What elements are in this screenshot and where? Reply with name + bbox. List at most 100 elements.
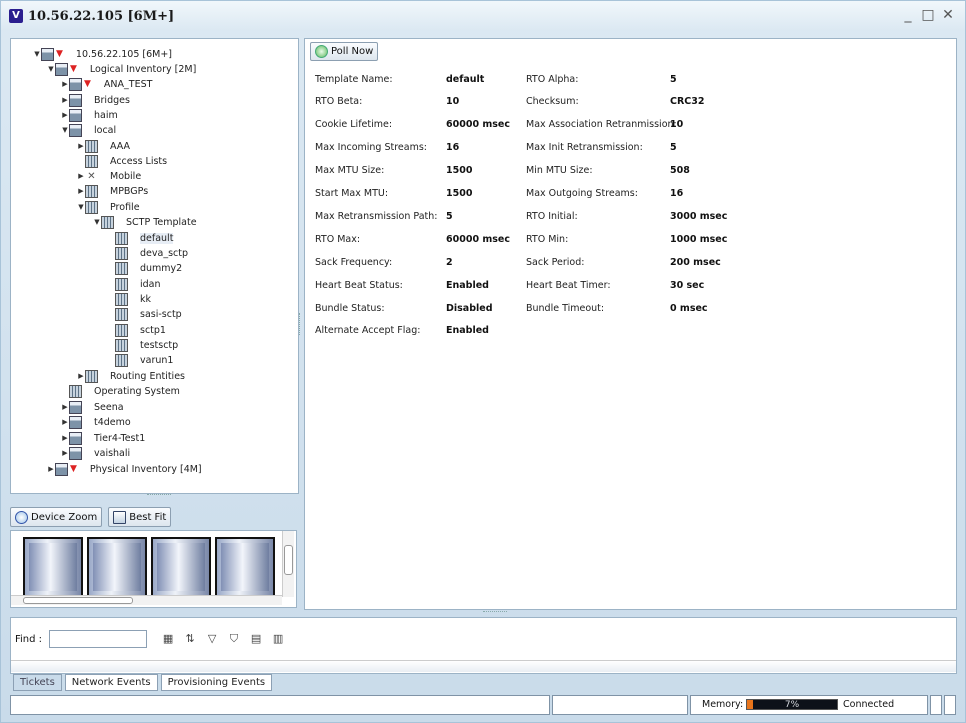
tree-node-logical[interactable]: ▼ ▼ Logical Inventory [2M]	[47, 62, 196, 76]
property-label: RTO Min:	[526, 233, 569, 245]
chevron-right-icon[interactable]: ▶	[77, 172, 85, 180]
tree-node-sctp-template[interactable]: ▼ SCTP Template	[93, 215, 197, 229]
device-icon	[41, 47, 54, 61]
chevron-right-icon[interactable]: ▶	[61, 96, 69, 104]
chevron-down-icon[interactable]: ▼	[33, 50, 41, 58]
find-input[interactable]	[49, 630, 148, 648]
chevron-right-icon[interactable]: ▶	[77, 187, 85, 195]
alarm-icon: ▼	[56, 49, 63, 59]
print-icon[interactable]: ▥	[271, 632, 285, 646]
chevron-right-icon[interactable]: ▶	[77, 142, 85, 150]
os-icon	[69, 384, 82, 398]
scroll-thumb[interactable]	[23, 597, 133, 604]
tree-node-sasi-sctp[interactable]: sasi-sctp	[115, 307, 182, 321]
tree-node-ana-test[interactable]: ▶ ▼ ANA_TEST	[61, 77, 152, 91]
inventory-tree: ▼ ▼ 10.56.22.105 [6M+] ▼ ▼ Logical Inventory…	[10, 38, 299, 494]
poll-now-button[interactable]: Poll Now	[310, 42, 379, 61]
best-fit-button[interactable]: Best Fit	[108, 507, 172, 527]
tree-node-t4demo[interactable]: ▶ t4demo	[61, 415, 131, 429]
tree-node-idan[interactable]: idan	[115, 277, 161, 291]
columns-icon[interactable]: ▦	[161, 632, 175, 646]
splitter-handle[interactable]	[147, 494, 171, 498]
tree-node-access-lists[interactable]: Access Lists	[85, 154, 167, 168]
template-item-icon	[115, 323, 128, 337]
application-window: V 10.56.22.105 [6M+] _ □ ✕ ▼ ▼ 10.56.22.10…	[0, 0, 966, 723]
chevron-right-icon[interactable]: ▶	[61, 403, 69, 411]
tree-node-routing-entities[interactable]: ▶ Routing Entities	[77, 369, 185, 383]
context-icon	[69, 431, 82, 445]
find-label: Find :	[15, 633, 43, 645]
status-bar: Memory: 7% Connected	[10, 695, 957, 715]
chassis-slot	[215, 537, 275, 597]
splitter-handle[interactable]	[483, 611, 507, 614]
tree-node-haim[interactable]: ▶ haim	[61, 108, 118, 122]
tree-node-varun1[interactable]: varun1	[115, 353, 173, 367]
vertical-scrollbar[interactable]	[282, 531, 294, 597]
property-value: 0 msec	[670, 302, 708, 314]
property-value: CRC32	[670, 96, 705, 108]
chevron-down-icon[interactable]: ▼	[77, 203, 85, 211]
property-label: Max MTU Size:	[315, 165, 385, 177]
alarm-icon: ▼	[70, 64, 77, 74]
template-item-icon	[115, 261, 128, 275]
property-label: Sack Period:	[526, 256, 585, 268]
tree-node-vaishali[interactable]: ▶ vaishali	[61, 446, 130, 460]
tree-node-aaa[interactable]: ▶ AAA	[77, 139, 130, 153]
tree-node-profile[interactable]: ▼ Profile	[77, 200, 140, 214]
device-zoom-button[interactable]: Device Zoom	[10, 507, 103, 527]
property-value: 30 sec	[670, 279, 705, 291]
alarm-icon: ▼	[84, 79, 91, 89]
property-value: Enabled	[446, 325, 489, 337]
chevron-right-icon[interactable]: ▶	[61, 418, 69, 426]
tree-node-root[interactable]: ▼ ▼ 10.56.22.105 [6M+]	[33, 47, 172, 61]
minimize-button[interactable]: _	[901, 8, 915, 22]
chevron-right-icon[interactable]: ▶	[61, 449, 69, 457]
tab-provisioning-events[interactable]: Provisioning Events	[160, 674, 273, 691]
property-value: default	[446, 73, 485, 85]
tree-node-mpbgps[interactable]: ▶ MPBGPs	[77, 184, 148, 198]
tree-node-local[interactable]: ▼ local	[61, 123, 116, 137]
tab-network-events[interactable]: Network Events	[64, 674, 158, 691]
maximize-button[interactable]: □	[921, 8, 935, 22]
horizontal-scrollbar[interactable]	[11, 595, 282, 605]
device-preview[interactable]	[10, 530, 297, 608]
property-label: Heart Beat Status:	[315, 279, 403, 291]
chevron-right-icon[interactable]: ▶	[61, 111, 69, 119]
memory-label: Memory:	[702, 699, 744, 710]
filter-icon[interactable]: ▽	[205, 632, 219, 646]
tree-node-physical[interactable]: ▶ ▼ Physical Inventory [4M]	[47, 462, 202, 476]
splitter-handle[interactable]	[299, 313, 302, 335]
tree-node-seena[interactable]: ▶ Seena	[61, 400, 124, 414]
template-item-icon	[115, 338, 128, 352]
property-label: RTO Initial:	[526, 210, 578, 222]
clear-filter-icon[interactable]: ⛉	[227, 632, 241, 646]
context-icon	[69, 77, 82, 91]
chevron-right-icon[interactable]: ▶	[47, 465, 55, 473]
chevron-down-icon[interactable]: ▼	[61, 126, 69, 134]
tree-node-operating-system[interactable]: Operating System	[69, 384, 180, 398]
tree-node-kk[interactable]: kk	[115, 292, 151, 306]
tree-node-deva-sctp[interactable]: deva_sctp	[115, 246, 188, 260]
tree-node-default[interactable]: default	[115, 231, 174, 245]
export-icon[interactable]: ▤	[249, 632, 263, 646]
tree-node-sctp1[interactable]: sctp1	[115, 323, 166, 337]
profile-icon	[85, 200, 98, 214]
property-value: 1500	[446, 165, 473, 177]
sort-icon[interactable]: ⇅	[183, 632, 197, 646]
chevron-right-icon[interactable]: ▶	[61, 80, 69, 88]
context-icon	[69, 123, 82, 137]
tab-tickets[interactable]: Tickets	[13, 674, 62, 691]
tree-node-bridges[interactable]: ▶ Bridges	[61, 93, 130, 107]
tree-node-mobile[interactable]: ▶ ✕ Mobile	[77, 169, 141, 183]
chevron-down-icon[interactable]: ▼	[93, 218, 101, 226]
chevron-down-icon[interactable]: ▼	[47, 65, 55, 73]
scroll-thumb[interactable]	[284, 545, 293, 575]
tree-node-testsctp[interactable]: testsctp	[115, 338, 178, 352]
tree-node-dummy2[interactable]: dummy2	[115, 261, 182, 275]
chevron-right-icon[interactable]: ▶	[77, 372, 85, 380]
tree-node-tier4-test1[interactable]: ▶ Tier4-Test1	[61, 431, 145, 445]
close-button[interactable]: ✕	[941, 8, 955, 22]
mobile-icon: ✕	[87, 170, 96, 182]
chevron-right-icon[interactable]: ▶	[61, 434, 69, 442]
properties-panel: Poll Now Template Name: default RTO Alpha:…	[304, 38, 957, 610]
